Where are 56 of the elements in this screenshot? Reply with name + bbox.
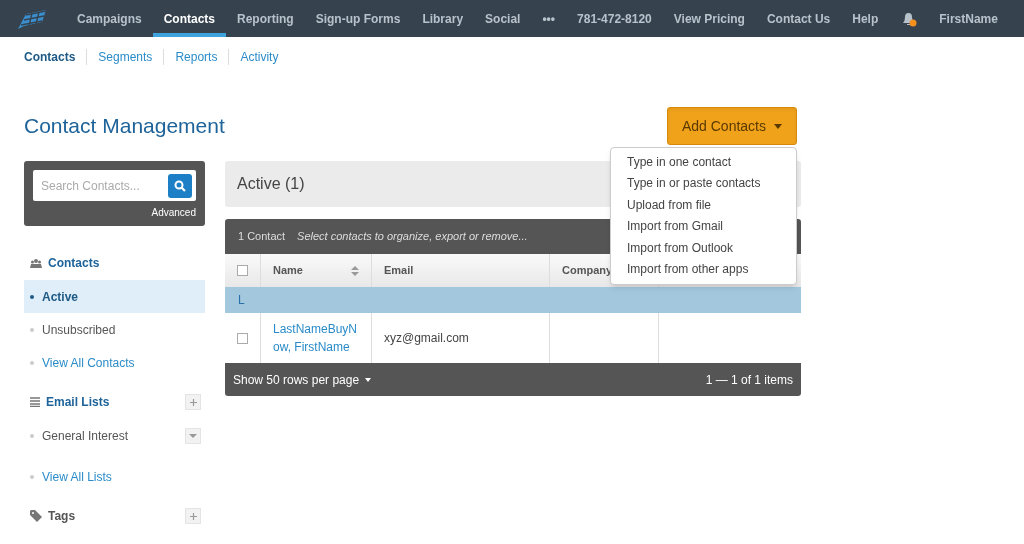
tag-icon — [30, 510, 42, 522]
toolbar-hint: Select contacts to organize, export or remove... — [297, 229, 528, 245]
nav-link[interactable]: Contact Us — [755, 0, 842, 37]
sidebar-item[interactable]: View All Lists — [24, 460, 205, 493]
group-letter: L — [238, 292, 245, 309]
sidebar-item[interactable]: View All Contacts — [24, 346, 205, 379]
nav-link[interactable]: Library — [411, 0, 475, 37]
row-checkbox[interactable] — [237, 332, 248, 344]
sidebar-heading[interactable]: Tags — [48, 507, 76, 525]
select-all-checkbox[interactable] — [237, 265, 248, 276]
sub-nav-tab[interactable]: Reports — [175, 48, 218, 66]
people-icon — [30, 258, 42, 268]
advanced-search-link[interactable]: Advanced — [151, 205, 196, 220]
nav-link[interactable]: Social — [474, 0, 532, 37]
email-cell-text: xyz@gmail.com — [384, 330, 469, 347]
search-field[interactable]: Search Contacts... — [33, 170, 168, 201]
search-button[interactable] — [168, 173, 192, 198]
sidebar-item[interactable]: Active — [24, 280, 205, 313]
add-button[interactable] — [185, 394, 201, 410]
nav-link[interactable]: 781-472-8120 — [566, 0, 663, 37]
sidebar-heading[interactable]: Email Lists — [46, 393, 110, 411]
nav-link[interactable]: Campaigns — [66, 0, 153, 37]
caret-icon — [774, 123, 782, 129]
contact-name-link[interactable]: LastNameBuyNow, FirstName — [273, 320, 359, 356]
nav-link[interactable]: View Pricing — [662, 0, 756, 37]
add-contacts-button[interactable]: Add Contacts — [666, 107, 797, 145]
search-icon — [174, 179, 186, 192]
plus-icon — [189, 512, 197, 520]
user-menu[interactable]: FirstName — [929, 0, 1002, 37]
sub-nav-tab[interactable]: Contacts — [24, 48, 76, 66]
menu-item[interactable]: Type in or paste contacts — [611, 173, 796, 195]
sidebar-heading[interactable]: Contacts — [48, 254, 100, 272]
contact-count: 1 Contact — [238, 229, 286, 245]
nav-link[interactable]: Sign-up Forms — [304, 0, 412, 37]
sub-nav-tab[interactable]: Activity — [240, 48, 279, 66]
nav-link[interactable]: Contacts — [152, 0, 227, 37]
page-title: Contact Management — [24, 113, 225, 140]
list-title: Active (1) — [237, 174, 305, 194]
add-button[interactable] — [185, 508, 201, 524]
bell-icon[interactable] — [901, 10, 918, 27]
sub-nav-tab[interactable]: Segments — [98, 48, 153, 66]
sort-icon[interactable] — [351, 265, 359, 276]
list-icon — [30, 397, 40, 407]
nav-link[interactable]: ••• — [531, 0, 567, 37]
nav-link[interactable]: Help — [841, 0, 890, 37]
menu-item[interactable]: Type in one contact — [611, 152, 796, 174]
sidebar-item[interactable]: General Interest — [24, 419, 205, 452]
dropdown-button[interactable] — [185, 427, 201, 444]
menu-item[interactable]: Upload from file — [611, 194, 796, 217]
nav-link[interactable]: Reporting — [226, 0, 305, 37]
sidebar-item[interactable]: Unsubscribed — [24, 313, 205, 346]
pagination-range: 1 — 1 of 1 items — [705, 371, 793, 389]
logo-icon[interactable] — [16, 7, 48, 30]
menu-item[interactable]: Import from Gmail — [611, 216, 796, 238]
plus-icon — [189, 398, 197, 406]
rows-per-page-dropdown[interactable]: Show 50 rows per page — [233, 370, 372, 389]
